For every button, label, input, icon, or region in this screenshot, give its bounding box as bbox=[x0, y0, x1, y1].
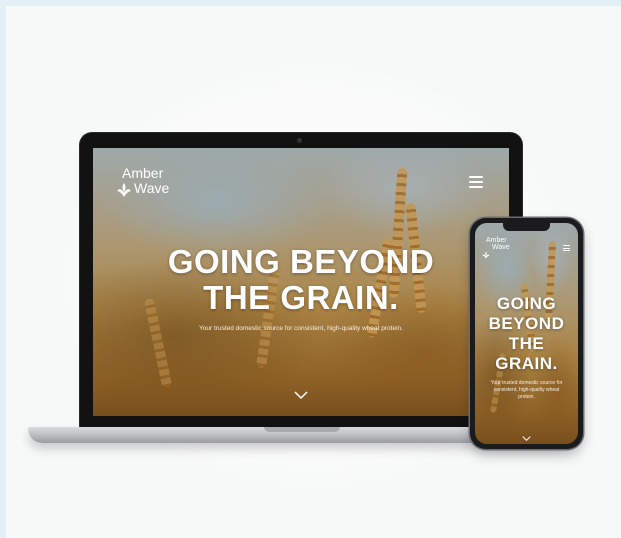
brand-logo[interactable]: Amber Wave bbox=[122, 166, 169, 195]
laptop-opening-notch bbox=[264, 427, 340, 432]
laptop-camera bbox=[297, 138, 302, 143]
chevron-down-icon[interactable] bbox=[522, 428, 531, 444]
brand-name-line2: Wave bbox=[134, 179, 170, 196]
phone-notch bbox=[503, 223, 550, 231]
phone-screen: Amber Wave GOING BEYOND THE GRAIN. Your … bbox=[475, 223, 578, 444]
mockup-canvas: Amber Wave GOING BEYOND THE GRAIN. Your … bbox=[6, 6, 621, 538]
mobile-headline-line: BEYOND bbox=[488, 314, 565, 333]
hero-headline-line2: THE GRAIN. bbox=[203, 279, 399, 316]
hamburger-menu-icon[interactable] bbox=[563, 245, 570, 251]
brand-name-line1: Amber bbox=[122, 165, 164, 181]
laptop-device: Amber Wave GOING BEYOND THE GRAIN. Your … bbox=[80, 133, 522, 429]
mobile-headline-line: THE bbox=[508, 334, 545, 353]
phone-device: Amber Wave GOING BEYOND THE GRAIN. Your … bbox=[470, 218, 583, 449]
mobile-hero-subline: Your trusted domestic source for consist… bbox=[490, 380, 563, 400]
mobile-headline-line: GRAIN. bbox=[495, 354, 558, 373]
chevron-down-icon[interactable] bbox=[294, 386, 308, 404]
brand-name-line2: Wave bbox=[492, 244, 510, 252]
mobile-hero-headline: GOING BEYOND THE GRAIN. bbox=[475, 294, 578, 374]
hero-subline: Your trusted domestic source for consist… bbox=[199, 325, 403, 332]
laptop-screen: Amber Wave GOING BEYOND THE GRAIN. Your … bbox=[93, 148, 509, 416]
brand-name-line1: Amber bbox=[486, 237, 507, 244]
hero-headline-line1: GOING BEYOND bbox=[167, 243, 435, 280]
brand-logo[interactable]: Amber Wave bbox=[486, 237, 510, 252]
hamburger-menu-icon[interactable] bbox=[469, 176, 483, 188]
hero-headline: GOING BEYOND THE GRAIN. bbox=[93, 244, 509, 316]
mobile-headline-line: GOING bbox=[496, 294, 557, 313]
